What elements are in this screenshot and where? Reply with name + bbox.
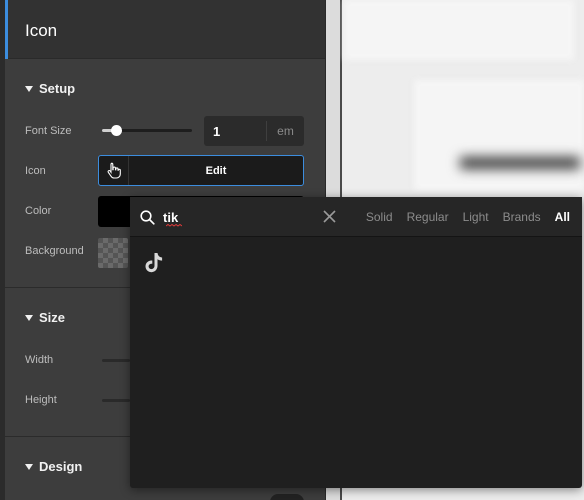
section-title-design: Design (39, 459, 83, 474)
preview-blurred-heading: ▬▬▬ (460, 134, 580, 178)
font-size-label: Font Size (25, 125, 72, 137)
height-label: Height (25, 394, 57, 406)
search-icon (140, 210, 155, 225)
icon-edit-button[interactable]: Edit (98, 155, 304, 186)
section-toggle-setup[interactable]: Setup (25, 81, 75, 96)
font-size-input[interactable]: 1 em (204, 116, 304, 146)
tiktok-icon[interactable] (144, 252, 164, 274)
width-label: Width (25, 354, 54, 366)
collapse-triangle-icon (25, 463, 33, 470)
section-toggle-design[interactable]: Design (25, 459, 82, 474)
background-swatch[interactable] (98, 238, 128, 268)
section-toggle-size[interactable]: Size (25, 310, 65, 325)
font-size-slider[interactable] (102, 125, 192, 136)
font-size-value[interactable]: 1 (204, 124, 266, 139)
close-icon[interactable] (323, 210, 336, 223)
height-slider[interactable] (102, 399, 130, 402)
collapse-triangle-icon (25, 314, 33, 321)
font-size-slider-thumb[interactable] (110, 125, 122, 136)
filter-regular[interactable]: Regular (407, 210, 449, 224)
background-label: Background (25, 245, 84, 257)
filter-solid[interactable]: Solid (366, 210, 393, 224)
width-slider[interactable] (102, 359, 130, 362)
icon-picker-toolbar: Solid Regular Light Brands All (130, 197, 582, 237)
section-title-size: Size (39, 310, 66, 325)
toggle-partial[interactable] (270, 494, 304, 500)
preview-blurred-block (344, 0, 574, 60)
icon-label: Icon (25, 165, 46, 177)
section-title-setup: Setup (39, 81, 76, 96)
icon-edit-label: Edit (205, 164, 227, 177)
panel-title: Icon (25, 21, 58, 40)
icon-style-filters: Solid Regular Light Brands All (366, 210, 570, 224)
filter-brands[interactable]: Brands (503, 210, 541, 224)
icon-picker-popup: Solid Regular Light Brands All (130, 197, 582, 488)
spellcheck-underline (166, 224, 182, 227)
filter-light[interactable]: Light (463, 210, 489, 224)
panel-edge-strip (0, 0, 5, 500)
icon-search-input[interactable] (163, 207, 313, 227)
hand-pointer-icon (99, 156, 129, 185)
panel-header-accent (5, 0, 8, 59)
collapse-triangle-icon (25, 85, 33, 92)
font-size-unit[interactable]: em (267, 124, 304, 138)
color-label: Color (25, 205, 52, 217)
filter-all[interactable]: All (555, 210, 570, 224)
panel-header: Icon (5, 0, 325, 59)
